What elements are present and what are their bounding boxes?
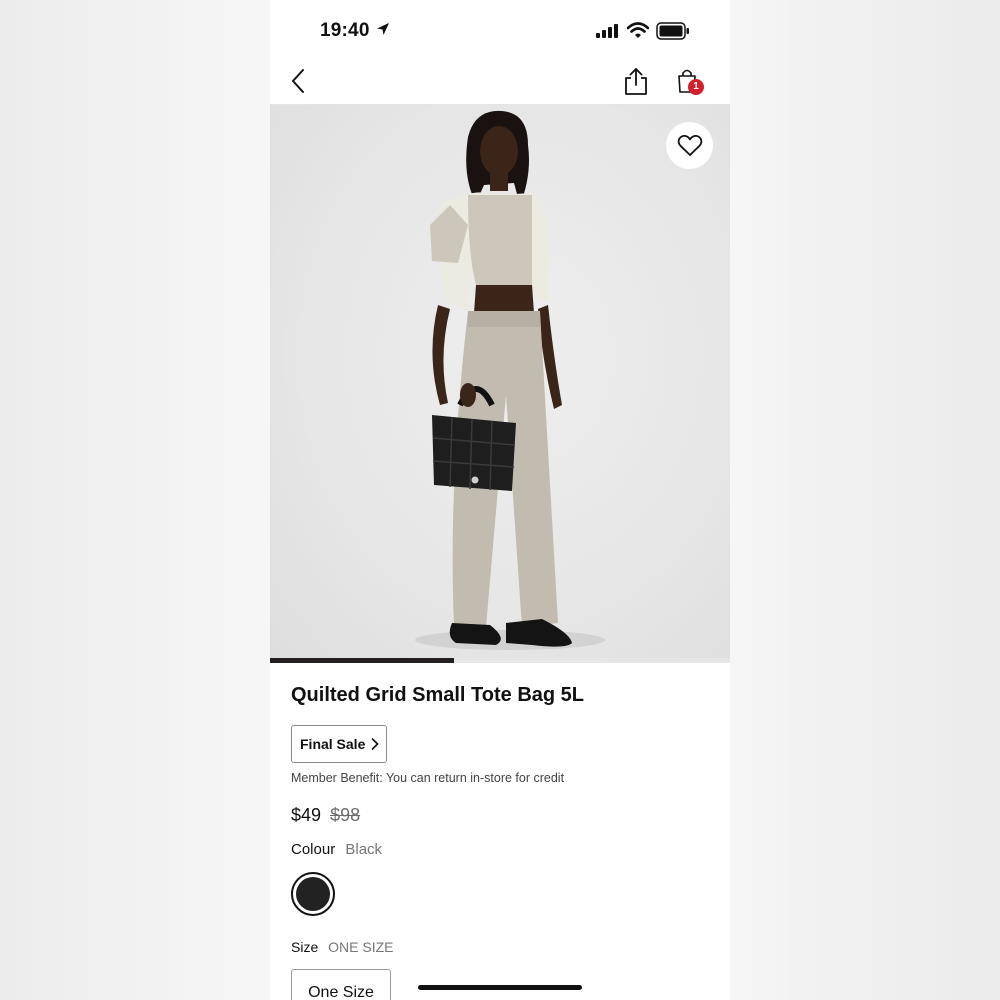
size-label: Size — [291, 939, 319, 955]
product-title: Quilted Grid Small Tote Bag 5L — [291, 684, 584, 706]
battery-icon — [656, 22, 689, 40]
cellular-signal-icon — [596, 24, 618, 38]
final-sale-label: Final Sale — [300, 736, 366, 752]
wifi-icon — [627, 22, 649, 38]
favorite-button[interactable] — [666, 122, 713, 169]
home-indicator — [418, 985, 582, 990]
back-button[interactable] — [286, 66, 312, 96]
status-bar: 19:40 — [270, 0, 730, 58]
gallery-progress-fill — [270, 658, 454, 663]
share-button[interactable] — [622, 66, 650, 96]
status-time: 19:40 — [320, 20, 370, 41]
size-row: Size ONE SIZE — [291, 939, 393, 955]
shopping-bag-button[interactable]: 1 — [675, 66, 705, 96]
navigation-bar: 1 — [270, 58, 730, 105]
location-arrow-icon — [377, 23, 389, 35]
heart-icon — [677, 134, 702, 156]
colour-swatch-black[interactable] — [291, 872, 335, 916]
original-price: $98 — [330, 805, 361, 825]
product-image[interactable] — [270, 105, 730, 662]
cart-count-badge: 1 — [688, 79, 704, 95]
share-icon — [625, 68, 647, 95]
size-option-button[interactable]: One Size — [291, 969, 391, 1000]
member-benefit-text: Member Benefit: You can return in-store … — [291, 771, 565, 785]
colour-row: Colour Black — [291, 841, 382, 858]
model-photo — [415, 110, 605, 650]
chevron-right-icon — [372, 738, 379, 750]
sale-price: $49 — [291, 805, 322, 825]
colour-value: Black — [345, 841, 383, 858]
phone-screen: 19:40 1 Quilted Grid Small Tote Bag 5L F… — [270, 0, 730, 1000]
swatch-fill — [296, 877, 330, 911]
colour-label: Colour — [291, 841, 336, 858]
final-sale-button[interactable]: Final Sale — [291, 725, 387, 763]
gallery-progress-track — [270, 658, 730, 663]
price-row: $49 $98 — [291, 805, 360, 826]
size-value: ONE SIZE — [328, 939, 394, 955]
chevron-left-icon — [292, 69, 304, 93]
